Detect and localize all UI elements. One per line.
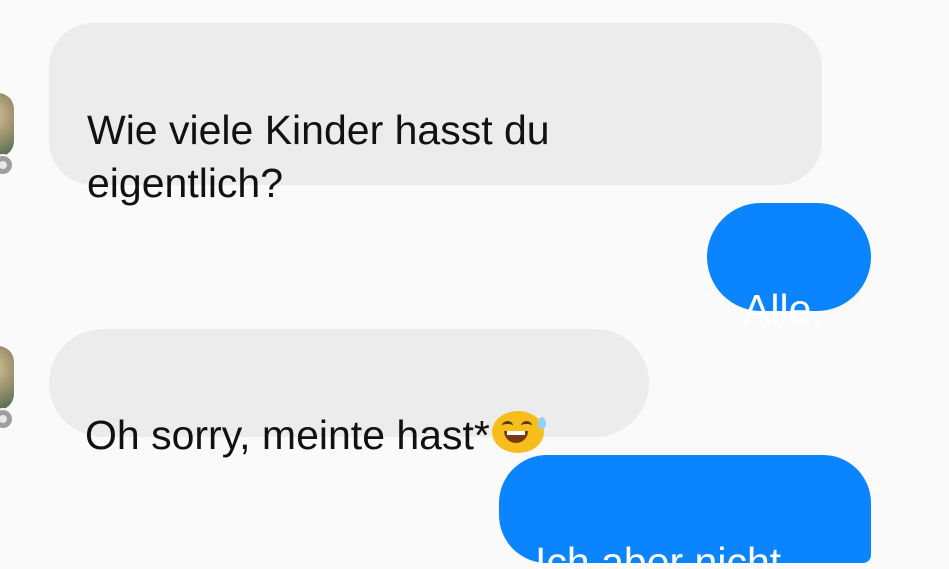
contact-status-badge-icon [0, 154, 14, 176]
grinning-sweat-emoji-icon [490, 411, 546, 453]
contact-avatar[interactable] [0, 93, 14, 157]
contact-avatar[interactable] [0, 346, 14, 410]
chat-thread: Wie viele Kinder hasst du eigentlich? Al… [0, 0, 949, 569]
message-text: Oh sorry, meinte hast* [85, 412, 490, 458]
message-text: Wie viele Kinder hasst du eigentlich? [87, 107, 550, 206]
message-bubble-outgoing[interactable]: Alle. [707, 203, 871, 332]
contact-status-badge-icon [0, 408, 14, 430]
message-bubble-incoming[interactable]: Oh sorry, meinte hast* [49, 329, 649, 458]
message-bubble-incoming[interactable]: Wie viele Kinder hasst du eigentlich? [49, 23, 822, 206]
message-bubble-outgoing[interactable]: Ich aber nicht. [499, 455, 871, 569]
message-text: Ich aber nicht. [535, 539, 793, 569]
message-text: Alle. [743, 286, 823, 332]
